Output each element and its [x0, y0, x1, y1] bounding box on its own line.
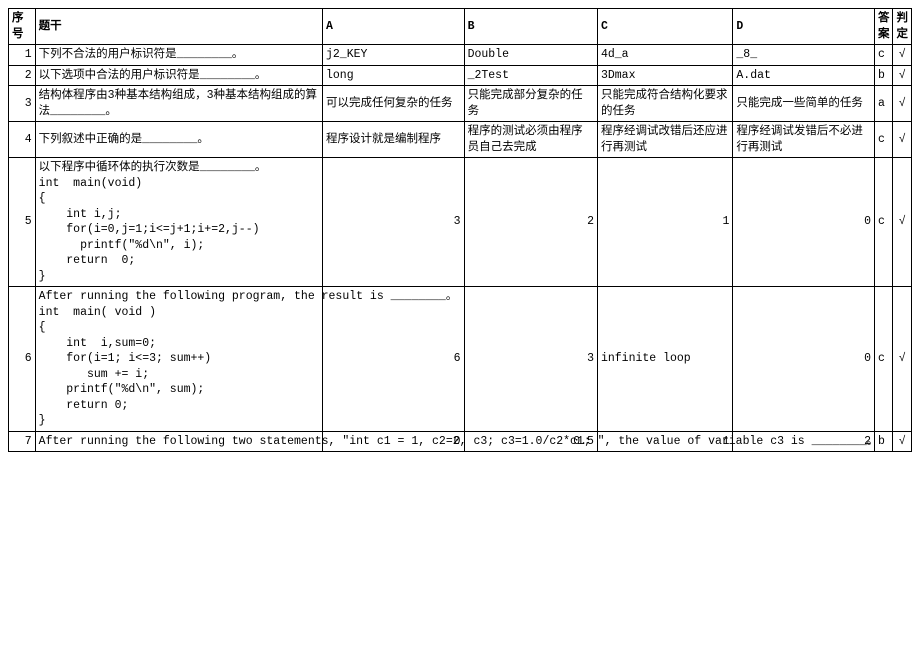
cell-a: 3	[322, 158, 464, 287]
code-block: 以下程序中循环体的执行次数是________。 int main(void) {…	[39, 160, 319, 284]
cell-stem: After running the following program, the…	[35, 287, 322, 432]
cell-a: long	[322, 65, 464, 86]
cell-stem: After running the following two statemen…	[35, 431, 322, 452]
table-row: 4 下列叙述中正确的是________。 程序设计就是编制程序 程序的测试必须由…	[9, 122, 912, 158]
cell-c: 3Dmax	[597, 65, 732, 86]
cell-stem: 以下选项中合法的用户标识符是________。	[35, 65, 322, 86]
col-stem: 题干	[35, 9, 322, 45]
cell-d: 0	[733, 158, 875, 287]
cell-b: 程序的测试必须由程序员自己去完成	[464, 122, 597, 158]
cell-seq: 4	[9, 122, 36, 158]
cell-d: 程序经调试发错后不必进行再测试	[733, 122, 875, 158]
cell-b: 2	[464, 158, 597, 287]
cell-a: j2_KEY	[322, 45, 464, 66]
cell-d: 0	[733, 287, 875, 432]
table-row: 1 下列不合法的用户标识符是________。 j2_KEY Double 4d…	[9, 45, 912, 66]
cell-judge: √	[893, 431, 912, 452]
table-row: 2 以下选项中合法的用户标识符是________。 long _2Test 3D…	[9, 65, 912, 86]
cell-ans: b	[875, 431, 893, 452]
cell-c: 4d_a	[597, 45, 732, 66]
cell-seq: 6	[9, 287, 36, 432]
cell-ans: c	[875, 45, 893, 66]
cell-seq: 1	[9, 45, 36, 66]
cell-d: A.dat	[733, 65, 875, 86]
cell-a: 可以完成任何复杂的任务	[322, 86, 464, 122]
cell-c: infinite loop	[597, 287, 732, 432]
cell-c: 程序经调试改错后还应进行再测试	[597, 122, 732, 158]
table-row: 3 结构体程序由3种基本结构组成，3种基本结构组成的算法________。 可以…	[9, 86, 912, 122]
cell-d: 只能完成一些简单的任务	[733, 86, 875, 122]
cell-stem: 下列不合法的用户标识符是________。	[35, 45, 322, 66]
cell-ans: c	[875, 287, 893, 432]
cell-b: Double	[464, 45, 597, 66]
cell-ans: c	[875, 122, 893, 158]
cell-seq: 5	[9, 158, 36, 287]
cell-d: _8_	[733, 45, 875, 66]
table-row: 7 After running the following two statem…	[9, 431, 912, 452]
cell-stem: 以下程序中循环体的执行次数是________。 int main(void) {…	[35, 158, 322, 287]
col-d: D	[733, 9, 875, 45]
col-seq: 序号	[9, 9, 36, 45]
cell-judge: √	[893, 158, 912, 287]
table-row: 6 After running the following program, t…	[9, 287, 912, 432]
code-block: After running the following program, the…	[39, 289, 319, 429]
code-block: After running the following two statemen…	[39, 434, 319, 450]
cell-stem: 下列叙述中正确的是________。	[35, 122, 322, 158]
cell-judge: √	[893, 65, 912, 86]
header-row: 序号 题干 A B C D 答案 判定	[9, 9, 912, 45]
cell-stem: 结构体程序由3种基本结构组成，3种基本结构组成的算法________。	[35, 86, 322, 122]
cell-b: 3	[464, 287, 597, 432]
col-b: B	[464, 9, 597, 45]
col-c: C	[597, 9, 732, 45]
cell-c: 只能完成符合结构化要求的任务	[597, 86, 732, 122]
cell-judge: √	[893, 287, 912, 432]
col-ans: 答案	[875, 9, 893, 45]
cell-judge: √	[893, 122, 912, 158]
cell-ans: c	[875, 158, 893, 287]
cell-c: 1	[597, 158, 732, 287]
cell-b: _2Test	[464, 65, 597, 86]
cell-judge: √	[893, 86, 912, 122]
cell-ans: b	[875, 65, 893, 86]
col-judge: 判定	[893, 9, 912, 45]
col-a: A	[322, 9, 464, 45]
question-table: 序号 题干 A B C D 答案 判定 1 下列不合法的用户标识符是______…	[8, 8, 912, 452]
cell-ans: a	[875, 86, 893, 122]
cell-a: 程序设计就是编制程序	[322, 122, 464, 158]
table-row: 5 以下程序中循环体的执行次数是________。 int main(void)…	[9, 158, 912, 287]
cell-seq: 2	[9, 65, 36, 86]
cell-judge: √	[893, 45, 912, 66]
cell-seq: 3	[9, 86, 36, 122]
cell-seq: 7	[9, 431, 36, 452]
cell-b: 只能完成部分复杂的任务	[464, 86, 597, 122]
cell-a: 6	[322, 287, 464, 432]
